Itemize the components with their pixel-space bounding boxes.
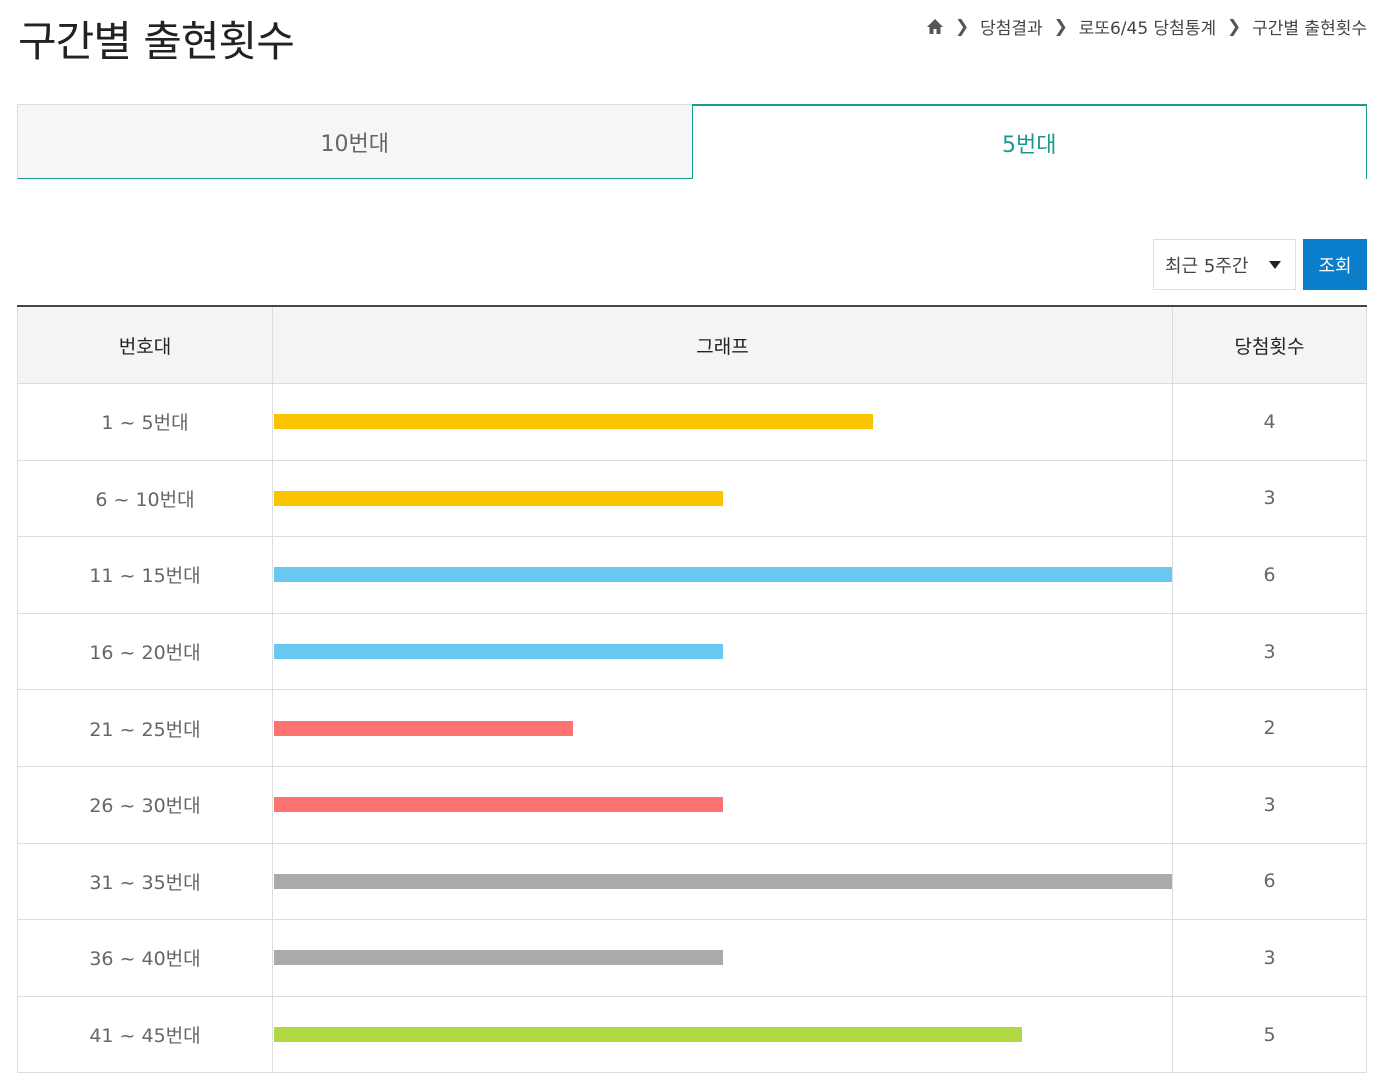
chevron-right-icon: ❯ (1053, 16, 1068, 37)
tab-10[interactable]: 10번대 (17, 104, 692, 179)
period-select-value: 최근 5주간 (1165, 255, 1249, 277)
count-value: 2 (1172, 690, 1367, 766)
count-value: 3 (1172, 613, 1367, 690)
graph-cell (272, 537, 1172, 613)
count-value: 3 (1172, 920, 1367, 996)
page-title: 구간별 출현횟수 (18, 17, 295, 66)
table-row: 1 ~ 5번대 4 (17, 384, 1367, 461)
graph-cell (272, 843, 1172, 920)
table-row: 31 ~ 35번대 6 (17, 843, 1367, 921)
table-row: 26 ~ 30번대 3 (17, 766, 1367, 844)
breadcrumb-item[interactable]: 로또6/45 당첨통계 (1079, 14, 1216, 39)
graph-cell (272, 690, 1172, 766)
range-label: 31 ~ 35번대 (17, 843, 272, 920)
breadcrumb-item[interactable]: 당첨결과 (980, 14, 1043, 39)
table-row: 36 ~ 40번대 3 (17, 920, 1367, 997)
chevron-right-icon: ❯ (1226, 16, 1242, 37)
graph-cell (272, 460, 1172, 537)
graph-cell (272, 766, 1172, 843)
chart-bar (274, 644, 723, 660)
range-label: 36 ~ 40번대 (17, 920, 272, 996)
range-label: 1 ~ 5번대 (17, 384, 272, 460)
graph-cell (272, 613, 1172, 690)
graph-cell (272, 996, 1172, 1073)
breadcrumb-item-current: 구간별 출현횟수 (1252, 19, 1367, 39)
tab-5[interactable]: 5번대 (691, 104, 1367, 179)
chart-bar (274, 797, 723, 813)
range-label: 16 ~ 20번대 (17, 613, 272, 690)
period-select[interactable]: 최근 5주간 (1153, 239, 1296, 290)
table-row: 11 ~ 15번대 6 (17, 537, 1367, 614)
graph-cell (272, 384, 1172, 460)
table-row: 21 ~ 25번대 2 (17, 690, 1367, 767)
chevron-right-icon: ❯ (955, 16, 970, 37)
range-label: 21 ~ 25번대 (17, 690, 272, 766)
home-icon[interactable] (926, 18, 944, 36)
table-body: 1 ~ 5번대 4 6 ~ 10번대 3 11 ~ 15번대 6 16 ~ 20번대 3 21 … (17, 384, 1367, 1074)
table-header-row: 번호대 그래프 당첨횟수 (17, 307, 1367, 384)
breadcrumb: ❯ 당첨결과 ❯ 로또6/45 당첨통계 ❯ 구간별 출현횟수 (926, 14, 1367, 39)
count-value: 5 (1172, 996, 1367, 1073)
chart-bar (274, 490, 723, 506)
range-label: 41 ~ 45번대 (17, 996, 272, 1073)
header-graph: 그래프 (272, 307, 1172, 383)
search-button[interactable]: 조회 (1303, 239, 1367, 290)
count-value: 3 (1172, 766, 1367, 843)
chart-bar (274, 950, 723, 966)
count-value: 6 (1172, 537, 1367, 613)
stats-table: 번호대 그래프 당첨횟수 1 ~ 5번대 4 6 ~ 10번대 3 11 ~ 15번대 6… (17, 305, 1367, 1074)
header-range: 번호대 (17, 307, 272, 383)
header-count: 당첨횟수 (1172, 307, 1367, 383)
count-value: 6 (1172, 843, 1367, 920)
table-row: 16 ~ 20번대 3 (17, 613, 1367, 691)
chart-bar (274, 873, 1172, 889)
table-row: 6 ~ 10번대 3 (17, 460, 1367, 538)
range-label: 11 ~ 15번대 (17, 537, 272, 613)
graph-cell (272, 920, 1172, 996)
count-value: 3 (1172, 460, 1367, 537)
range-tabs: 10번대 5번대 (17, 104, 1367, 179)
count-value: 4 (1172, 384, 1367, 460)
range-label: 6 ~ 10번대 (17, 460, 272, 537)
table-row: 41 ~ 45번대 5 (17, 996, 1367, 1074)
chart-bar (274, 1027, 1023, 1043)
chart-bar (274, 720, 574, 736)
chart-bar (274, 414, 873, 430)
range-label: 26 ~ 30번대 (17, 766, 272, 843)
caret-down-icon (1269, 261, 1281, 269)
chart-bar (274, 567, 1172, 583)
